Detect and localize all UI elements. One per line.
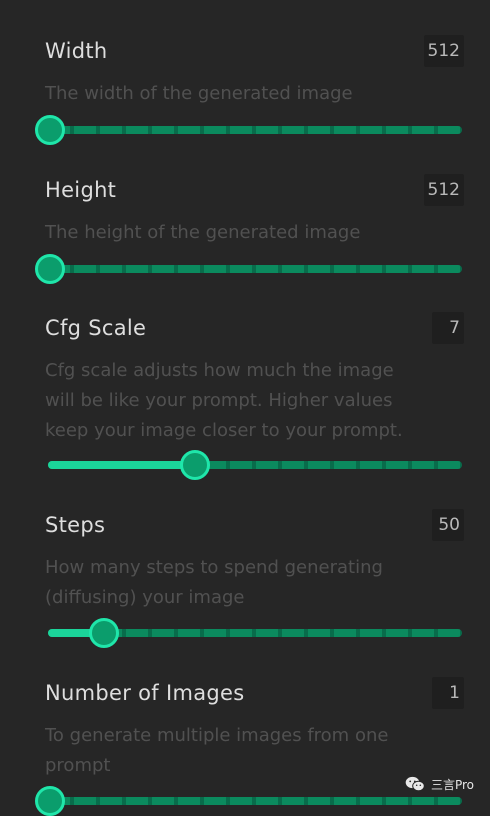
slider-height[interactable] <box>35 254 462 284</box>
description-line: The height of the generated image <box>45 222 361 243</box>
setting-description: To generate multiple images from one pro… <box>45 721 465 781</box>
slider-track[interactable] <box>48 265 462 273</box>
value-field-number-of-images[interactable]: 1 <box>432 677 464 709</box>
description-line: To generate multiple images from one <box>45 725 389 746</box>
value-field-cfg-scale[interactable]: 7 <box>432 312 464 344</box>
setting-title: Number of Images <box>45 681 245 705</box>
value-field-height[interactable]: 512 <box>423 174 464 206</box>
description-line: prompt <box>45 755 111 776</box>
description-line: keep your image closer to your prompt. <box>45 420 403 441</box>
watermark: 三言Pro <box>405 773 474 795</box>
setting-title: Height <box>45 178 117 202</box>
setting-description: How many steps to spend generating (diff… <box>45 553 465 613</box>
slider-track[interactable] <box>48 797 462 805</box>
description-line: Cfg scale adjusts how much the image <box>45 360 394 381</box>
value-field-steps[interactable]: 50 <box>432 509 464 541</box>
slider-steps[interactable] <box>48 618 462 648</box>
setting-description: Cfg scale adjusts how much the image wil… <box>45 356 465 446</box>
description-line: will be like your prompt. Higher values <box>45 390 393 411</box>
slider-thumb[interactable] <box>35 115 65 145</box>
description-line: The width of the generated image <box>45 83 353 104</box>
settings-panel: Width 512 The width of the generated ima… <box>0 0 490 816</box>
slider-track[interactable] <box>48 126 462 134</box>
slider-thumb[interactable] <box>35 254 65 284</box>
setting-description: The height of the generated image <box>45 218 465 248</box>
slider-number-of-images[interactable] <box>35 786 462 816</box>
slider-thumb[interactable] <box>88 618 119 648</box>
wechat-icon <box>405 776 425 792</box>
slider-cfg-scale[interactable] <box>48 450 462 480</box>
slider-width[interactable] <box>35 115 462 145</box>
slider-thumb[interactable] <box>35 786 65 816</box>
value-field-width[interactable]: 512 <box>423 35 464 67</box>
slider-fill <box>48 461 193 469</box>
description-line: How many steps to spend generating <box>45 557 383 578</box>
setting-title: Steps <box>45 513 106 537</box>
slider-thumb[interactable] <box>179 450 210 480</box>
description-line: (diffusing) your image <box>45 587 245 608</box>
setting-title: Width <box>45 39 108 63</box>
setting-title: Cfg Scale <box>45 316 147 340</box>
setting-description: The width of the generated image <box>45 79 465 109</box>
watermark-text: 三言Pro <box>430 777 474 792</box>
